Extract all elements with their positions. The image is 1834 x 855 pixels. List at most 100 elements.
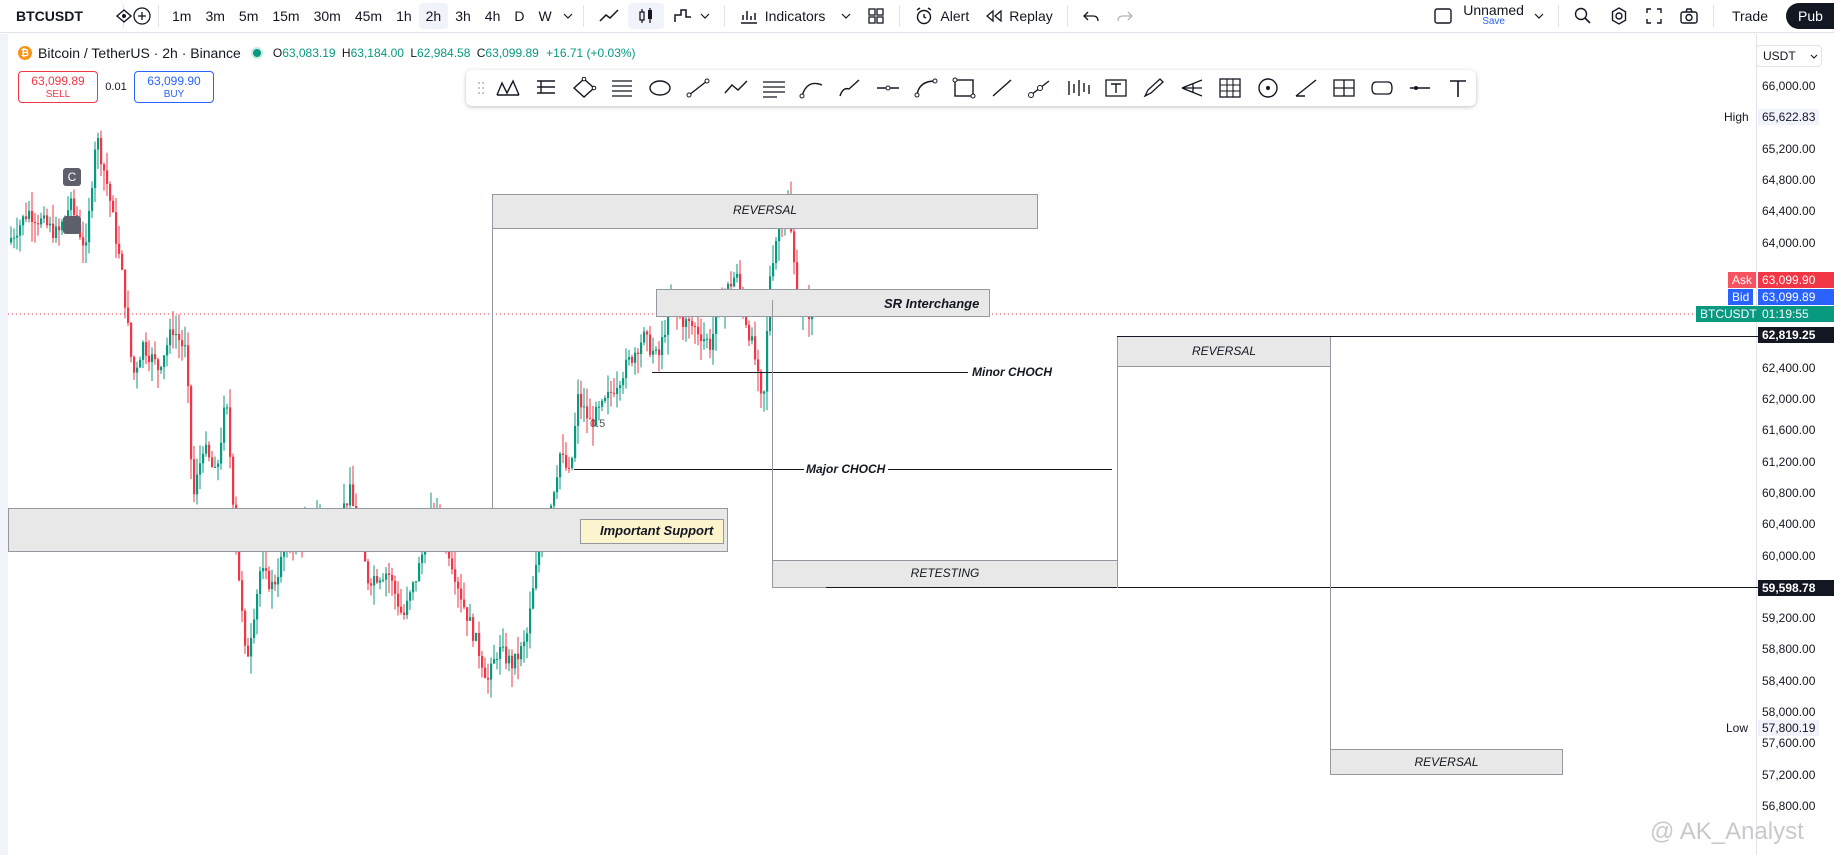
snapshot-button[interactable]: [1671, 3, 1707, 29]
candle-body: [583, 406, 586, 408]
fib-retracement-icon: [612, 80, 632, 97]
interval-w[interactable]: W: [532, 3, 559, 29]
candle-body: [370, 583, 373, 586]
candle-body: [511, 655, 514, 669]
circle-tool[interactable]: [1250, 72, 1286, 104]
interval-45m[interactable]: 45m: [348, 3, 389, 29]
candle-body: [244, 610, 247, 646]
interval-dropdown[interactable]: [559, 0, 577, 33]
candle-body: [97, 137, 100, 150]
parallel-channel-tool[interactable]: [756, 72, 792, 104]
support-level-line[interactable]: [826, 587, 1758, 588]
ray-tool[interactable]: [984, 72, 1020, 104]
undo-button[interactable]: [1074, 3, 1108, 29]
xabcd-pattern-tool[interactable]: [490, 72, 526, 104]
chart-marker[interactable]: C: [63, 168, 81, 186]
buy-button[interactable]: 63,099.90 BUY: [134, 71, 214, 103]
candle-body: [148, 355, 151, 363]
interval-4h[interactable]: 4h: [478, 3, 508, 29]
info-line-tool[interactable]: [1022, 72, 1058, 104]
interval-3h[interactable]: 3h: [448, 3, 478, 29]
ellipse-tool[interactable]: [642, 72, 678, 104]
publish-button[interactable]: Pub: [1786, 3, 1834, 29]
trend-line-tool[interactable]: [680, 72, 716, 104]
candle-body: [115, 212, 118, 244]
interval-3m[interactable]: 3m: [198, 3, 231, 29]
candle-body: [367, 561, 370, 584]
fullscreen-button[interactable]: [1637, 3, 1671, 29]
replay-button[interactable]: Replay: [977, 3, 1061, 29]
settings-button[interactable]: [1601, 3, 1637, 29]
indicators-button[interactable]: Indicators: [731, 3, 834, 29]
interval-1h[interactable]: 1h: [389, 3, 419, 29]
text-tool[interactable]: [1098, 72, 1134, 104]
indicators-dropdown[interactable]: [833, 3, 859, 29]
candle-body: [382, 579, 385, 581]
curve-tool[interactable]: [794, 72, 830, 104]
candle-body: [526, 633, 529, 642]
arc-tool[interactable]: [908, 72, 944, 104]
order-quantity[interactable]: 0.01: [104, 81, 128, 93]
interval-d[interactable]: D: [507, 3, 531, 29]
price-chart-canvas[interactable]: [0, 34, 1834, 855]
text-label-tool[interactable]: [1440, 72, 1476, 104]
shape-tool[interactable]: [566, 72, 602, 104]
candle-body: [178, 334, 181, 341]
interval-15m[interactable]: 15m: [265, 3, 306, 29]
horizontal-ray-tool[interactable]: [870, 72, 906, 104]
date-price-range-tool[interactable]: [1326, 72, 1362, 104]
alert-button[interactable]: Alert: [906, 3, 977, 29]
callout-tool[interactable]: [1364, 72, 1400, 104]
gann-box-tool[interactable]: [1212, 72, 1248, 104]
candle-body: [154, 354, 157, 360]
long-position-tool[interactable]: [528, 72, 564, 104]
interval-30m[interactable]: 30m: [307, 3, 348, 29]
info-line-icon: [1028, 80, 1050, 98]
pencil-tool[interactable]: [1136, 72, 1172, 104]
major-choch-line-ext[interactable]: [888, 469, 1112, 470]
minor-choch-line[interactable]: [652, 372, 968, 373]
brush-tool[interactable]: [832, 72, 868, 104]
add-symbol-button[interactable]: [132, 0, 152, 33]
interval-2h[interactable]: 2h: [418, 3, 449, 29]
fib-retracement-tool[interactable]: [604, 72, 640, 104]
candle-body: [43, 215, 46, 219]
high-label-tag: High: [1724, 110, 1749, 124]
chart-marker[interactable]: [63, 216, 81, 234]
candle-body: [100, 137, 103, 165]
chart-type-button[interactable]: [664, 3, 718, 29]
arc-icon: [914, 78, 938, 98]
resistance-level-line[interactable]: [1117, 336, 1758, 337]
drag-handle[interactable]: [474, 72, 488, 104]
sell-button[interactable]: 63,099.89 SELL: [18, 71, 98, 103]
line-chart-button[interactable]: [590, 3, 628, 29]
compare-icon[interactable]: [115, 9, 133, 23]
major-choch-line[interactable]: [574, 469, 804, 470]
candle-body: [250, 637, 253, 657]
candle-body: [610, 391, 613, 393]
candle-body: [529, 608, 532, 634]
trade-label: Trade: [1731, 8, 1768, 24]
candles-button[interactable]: [627, 3, 664, 29]
candles-icon: [639, 8, 652, 23]
quick-search-button[interactable]: [1565, 3, 1601, 29]
candle-body: [688, 318, 691, 322]
trade-button[interactable]: Trade: [1720, 3, 1780, 29]
interval-5m[interactable]: 5m: [232, 3, 265, 29]
layout-name-button[interactable]: Unnamed Save: [1425, 3, 1552, 29]
pitchfork-tool[interactable]: [1174, 72, 1210, 104]
horizontal-line-tool[interactable]: [1402, 72, 1438, 104]
rectangle-tool[interactable]: [946, 72, 982, 104]
currency-selector[interactable]: USDT: [1756, 45, 1822, 67]
path-tool[interactable]: [718, 72, 754, 104]
measure-tool[interactable]: [1288, 72, 1324, 104]
interval-1m[interactable]: 1m: [165, 3, 198, 29]
plus-circle-icon: [132, 6, 152, 26]
bars-pattern-tool[interactable]: [1060, 72, 1096, 104]
reversal-zone-bottom-label: REVERSAL: [1414, 755, 1479, 769]
legend-title[interactable]: Bitcoin / TetherUS · 2h · Binance: [38, 45, 241, 61]
candle-body: [187, 345, 190, 387]
symbol-search[interactable]: BTCUSDT: [6, 2, 132, 30]
redo-button[interactable]: [1108, 3, 1142, 29]
layouts-button[interactable]: [859, 3, 893, 29]
